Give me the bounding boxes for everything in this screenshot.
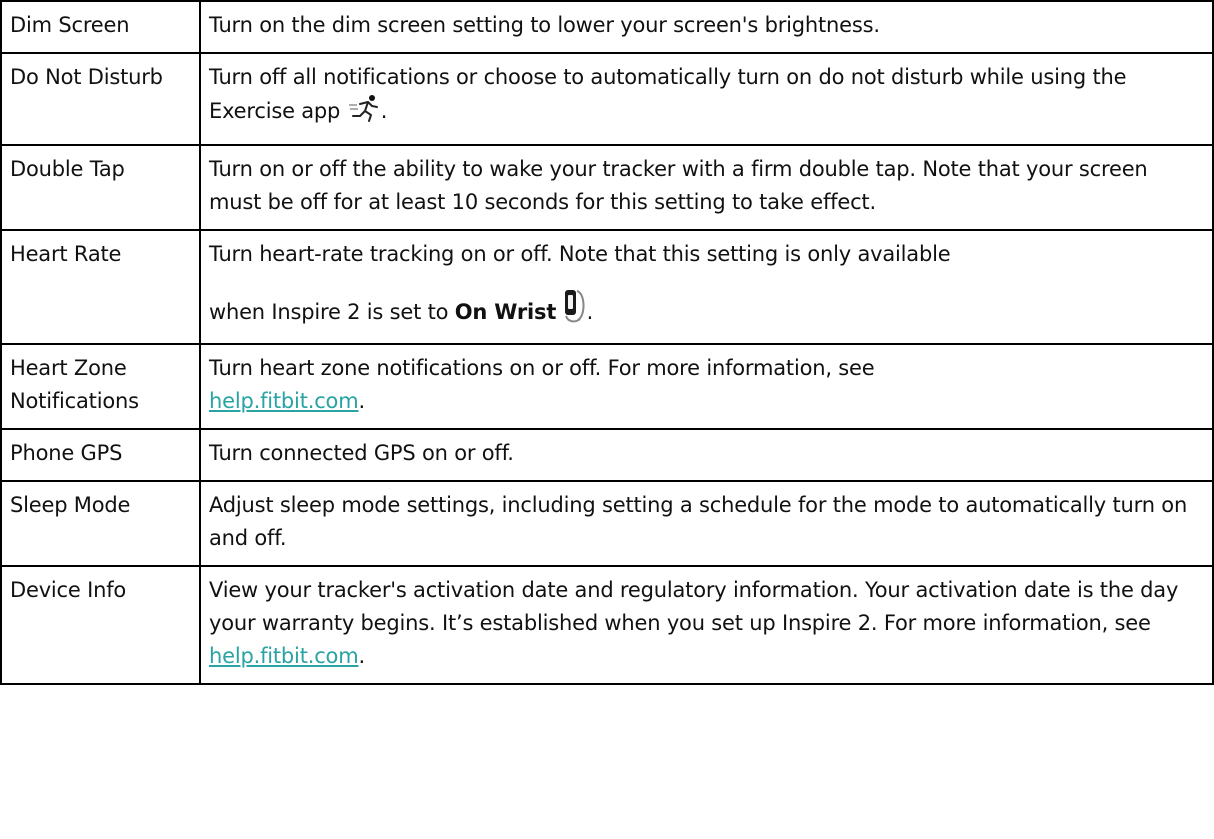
setting-description: Turn heart zone notifications on or off.… xyxy=(199,343,1214,430)
setting-description: View your tracker's activation date and … xyxy=(199,565,1214,685)
help-link[interactable]: help.fitbit.com xyxy=(209,644,359,668)
table-row: Do Not Disturb Turn off all notification… xyxy=(0,52,1214,146)
setting-description: Turn off all notifications or choose to … xyxy=(199,52,1214,146)
setting-description-bold: On Wrist xyxy=(454,300,557,324)
table-row: Device Info View your tracker's activati… xyxy=(0,565,1214,685)
setting-description-line2: when Inspire 2 is set to On Wrist . xyxy=(209,285,1204,333)
table-row: Heart Zone Notifications Turn heart zone… xyxy=(0,343,1214,430)
setting-name: Heart Rate xyxy=(0,229,201,345)
setting-name: Phone GPS xyxy=(0,428,201,482)
help-link[interactable]: help.fitbit.com xyxy=(209,389,359,413)
setting-description: Turn heart-rate tracking on or off. Note… xyxy=(199,229,1214,345)
setting-name: Double Tap xyxy=(0,144,201,231)
setting-description-text: View your tracker's activation date and … xyxy=(209,578,1179,635)
setting-description-end: . xyxy=(358,389,365,413)
setting-description-text: Turn heart-rate tracking on or off. Note… xyxy=(209,242,951,266)
table-row: Dim Screen Turn on the dim screen settin… xyxy=(0,0,1214,54)
setting-description-text: Turn heart zone notifications on or off.… xyxy=(209,356,875,380)
setting-description-end: . xyxy=(586,300,594,324)
table-row: Heart Rate Turn heart-rate tracking on o… xyxy=(0,229,1214,345)
running-person-icon xyxy=(347,94,381,134)
setting-description-end: . xyxy=(358,644,365,668)
table-row: Sleep Mode Adjust sleep mode settings, i… xyxy=(0,480,1214,567)
setting-description: Turn on or off the ability to wake your … xyxy=(199,144,1214,231)
table-row: Double Tap Turn on or off the ability to… xyxy=(0,144,1214,231)
setting-name: Device Info xyxy=(0,565,201,685)
setting-description-text-2: when Inspire 2 is set to xyxy=(209,300,455,324)
setting-description-end: . xyxy=(380,99,388,123)
tracker-on-wrist-icon xyxy=(563,285,587,333)
settings-table: Dim Screen Turn on the dim screen settin… xyxy=(0,0,1214,685)
setting-description: Turn on the dim screen setting to lower … xyxy=(199,0,1214,54)
setting-name: Dim Screen xyxy=(0,0,201,54)
setting-name: Heart Zone Notifications xyxy=(0,343,201,430)
setting-name: Sleep Mode xyxy=(0,480,201,567)
setting-description: Turn connected GPS on or off. xyxy=(199,428,1214,482)
table-row: Phone GPS Turn connected GPS on or off. xyxy=(0,428,1214,482)
setting-name: Do Not Disturb xyxy=(0,52,201,146)
setting-description: Adjust sleep mode settings, including se… xyxy=(199,480,1214,567)
